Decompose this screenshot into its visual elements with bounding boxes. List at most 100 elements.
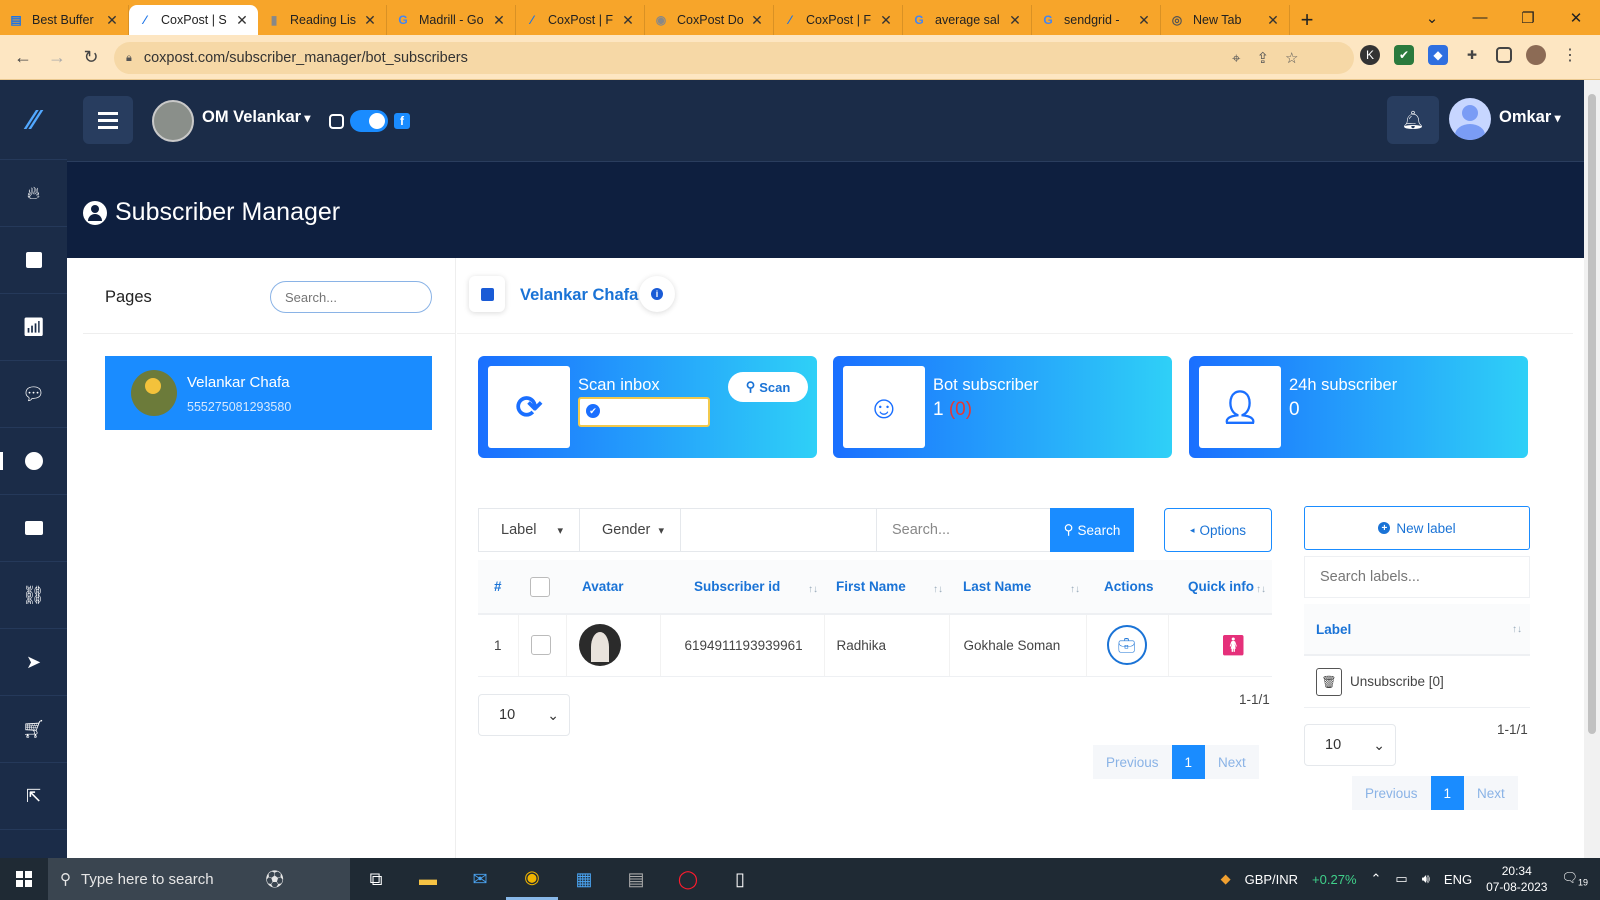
facebook-page-icon[interactable]	[469, 276, 505, 312]
gender-filter-select[interactable]: Gender	[580, 509, 681, 551]
profile-avatar-icon[interactable]	[1526, 45, 1546, 65]
trash-icon[interactable]: 🗑︎	[1316, 667, 1342, 696]
facebook-icon[interactable]	[0, 227, 67, 294]
tab-average-salary[interactable]: Gaverage sal ✕	[903, 5, 1032, 35]
close-tab-icon[interactable]: ✕	[1007, 12, 1023, 29]
page-1-button[interactable]: 1	[1171, 745, 1206, 779]
label-page-1-button[interactable]: 1	[1430, 776, 1465, 810]
page-list-item[interactable]: Velankar Chafa 555275081293580	[105, 356, 432, 430]
tab-coxpost-2[interactable]: ⁄ CoxPost | F ✕	[516, 5, 645, 35]
menu-dots-icon[interactable]: ⋮	[1560, 45, 1580, 65]
prev-page-button[interactable]: Previous	[1093, 745, 1172, 779]
label-row[interactable]: 🗑︎ Unsubscribe [0]	[1304, 656, 1530, 708]
tab-new-tab[interactable]: ◎ New Tab ✕	[1161, 5, 1290, 35]
back-button[interactable]: ←	[6, 47, 40, 68]
table-row[interactable]: 1 6194911193939961 Radhika Gokhale Soman…	[478, 614, 1272, 677]
checkbox-extension-icon[interactable]: ✔	[1394, 45, 1414, 65]
task-view-icon[interactable]: ⧉	[350, 858, 402, 900]
language-indicator[interactable]: ENG	[1444, 872, 1472, 887]
close-window-icon[interactable]: ✕	[1552, 9, 1600, 27]
close-tab-icon[interactable]: ✕	[1265, 12, 1281, 29]
notification-center-icon[interactable]: 🗨︎19	[1561, 870, 1588, 888]
col-subscriber-id[interactable]: Subscriber id ↑↓	[660, 560, 824, 615]
search-button[interactable]: ⚲ Search	[1050, 508, 1134, 552]
user-avatar[interactable]	[1449, 98, 1491, 140]
chevron-up-icon[interactable]: ⌃	[1371, 871, 1382, 887]
row-checkbox[interactable]	[530, 635, 551, 656]
close-tab-icon[interactable]: ✕	[362, 12, 378, 29]
wifi-icon[interactable]: 📶︎	[0, 294, 67, 361]
tag-extension-icon[interactable]: ◆	[1428, 45, 1448, 65]
document-icon[interactable]: ▯	[714, 858, 766, 900]
close-tab-icon[interactable]: ✕	[878, 12, 894, 29]
maximize-icon[interactable]: ❐	[1504, 9, 1552, 27]
platform-toggle[interactable]	[350, 110, 388, 132]
tab-coxpost-subscriber[interactable]: ⁄ CoxPost | S ✕	[129, 5, 258, 35]
chrome-taskbar-icon[interactable]: ◉	[506, 858, 558, 900]
label-column-header[interactable]: Label ↑↓	[1304, 604, 1530, 656]
tab-coxpost-3[interactable]: ⁄ CoxPost | F ✕	[774, 5, 903, 35]
select-all-checkbox[interactable]	[530, 576, 550, 597]
opera-icon[interactable]: ◯	[662, 858, 714, 900]
tab-best-buffer[interactable]: ▤ Best Buffer ✕	[0, 5, 129, 35]
tab-sendgrid[interactable]: Gsendgrid - ✕	[1032, 5, 1161, 35]
tab-coxpost-docs[interactable]: ◉ CoxPost Do ✕	[645, 5, 774, 35]
close-tab-icon[interactable]: ✕	[1136, 12, 1152, 29]
volume-icon[interactable]: 🔊︎	[1422, 871, 1430, 887]
scan-button[interactable]: ⚲ Scan	[728, 372, 808, 402]
label-page-size-select[interactable]: 10	[1304, 724, 1396, 766]
label-prev-page-button[interactable]: Previous	[1352, 776, 1431, 810]
start-button[interactable]	[0, 858, 48, 900]
send-icon[interactable]: ➤	[0, 629, 67, 696]
notifications-bell-icon[interactable]: 🔔︎	[1387, 96, 1439, 144]
forward-button[interactable]: →	[40, 47, 74, 68]
pages-search-input[interactable]	[270, 281, 432, 313]
new-tab-button[interactable]: +	[1290, 5, 1324, 35]
page-scrollbar[interactable]	[1584, 80, 1600, 858]
selected-page-name[interactable]: Velankar Chafa	[520, 286, 638, 305]
col-last-name[interactable]: Last Name ↑↓	[949, 560, 1086, 615]
file-explorer-icon[interactable]: ▬	[402, 858, 454, 900]
message-icon[interactable]	[0, 495, 67, 562]
close-tab-icon[interactable]: ✕	[749, 12, 765, 29]
tab-reading-list[interactable]: ▮ Reading Lis ✕	[258, 5, 387, 35]
subscriber-user-icon[interactable]	[0, 428, 67, 495]
calendar-icon[interactable]: ▦	[558, 858, 610, 900]
coxpost-logo[interactable]: ⁄⁄	[0, 80, 67, 160]
puzzle-extensions-icon[interactable]: ✚	[1462, 45, 1482, 65]
calculator-icon[interactable]: ▤	[610, 858, 662, 900]
menu-toggle-button[interactable]	[83, 96, 133, 144]
k-extension-icon[interactable]: K	[1360, 45, 1380, 65]
network-icon[interactable]: ▭	[1395, 871, 1407, 887]
info-icon[interactable]: i	[639, 276, 675, 312]
close-tab-icon[interactable]: ✕	[620, 12, 636, 29]
account-avatar[interactable]	[152, 100, 194, 142]
close-tab-icon[interactable]: ✕	[234, 12, 250, 29]
new-label-button[interactable]: + New label	[1304, 506, 1530, 550]
cart-icon[interactable]: 🛒︎	[0, 696, 67, 763]
account-name-dropdown[interactable]: OM Velankar	[202, 108, 310, 127]
options-button[interactable]: ◂ Options	[1164, 508, 1272, 552]
next-page-button[interactable]: Next	[1205, 745, 1259, 779]
user-menu-dropdown[interactable]: Omkar	[1499, 108, 1561, 127]
col-first-name[interactable]: First Name ↑↓	[824, 560, 949, 615]
comments-icon[interactable]: 💬︎	[0, 361, 67, 428]
tab-madrill[interactable]: G Madrill - Go ✕	[387, 5, 516, 35]
col-quick-info[interactable]: Quick info ↑↓	[1168, 560, 1272, 615]
url-field[interactable]: 🔒︎ coxpost.com/subscriber_manager/bot_su…	[114, 42, 1354, 74]
label-next-page-button[interactable]: Next	[1464, 776, 1518, 810]
label-filter-select[interactable]: Label	[479, 509, 580, 551]
minimize-icon[interactable]: —	[1456, 9, 1504, 26]
briefcase-action-button[interactable]: 💼︎	[1106, 625, 1147, 666]
share-icon[interactable]: ⇪	[1256, 49, 1269, 67]
close-tab-icon[interactable]: ✕	[104, 12, 120, 29]
stock-name[interactable]: GBP/INR	[1245, 872, 1298, 887]
flame-icon[interactable]: 🔥︎	[0, 160, 67, 227]
sitemap-icon[interactable]: ⛓︎	[0, 562, 67, 629]
chevron-down-icon[interactable]: ⌄	[1408, 9, 1456, 27]
share-square-icon[interactable]: ⇱	[0, 763, 67, 830]
bookmark-star-icon[interactable]: ☆	[1285, 49, 1298, 67]
mail-icon[interactable]: ✉	[454, 858, 506, 900]
label-search-input[interactable]: Search labels...	[1304, 556, 1530, 598]
location-icon[interactable]: ⌖	[1232, 50, 1240, 67]
